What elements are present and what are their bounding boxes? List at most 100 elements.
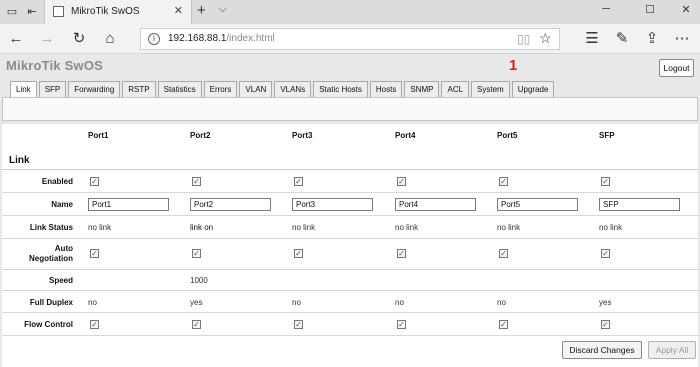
auto-negotiation-checkbox[interactable]: ✓ bbox=[397, 249, 406, 258]
tab-static-hosts[interactable]: Static Hosts bbox=[313, 81, 368, 97]
discard-changes-button[interactable]: Discard Changes bbox=[562, 341, 642, 359]
browser-nav-bar: ← → ↻ ⌂ i 192.168.88.1/index.html ▯▯ ☆ ☰… bbox=[0, 24, 700, 54]
tab-sfp[interactable]: SFP bbox=[38, 81, 67, 97]
tab-acl[interactable]: ACL bbox=[441, 81, 470, 97]
port-name-input[interactable]: SFP bbox=[599, 198, 680, 211]
row-label-line: Auto bbox=[54, 244, 73, 253]
port-name-input[interactable]: Port3 bbox=[292, 198, 373, 211]
set-aside-tabs-icon[interactable]: ⇤ bbox=[24, 4, 40, 20]
flow-control-checkbox[interactable]: ✓ bbox=[601, 320, 610, 329]
home-icon[interactable]: ⌂ bbox=[100, 30, 120, 48]
favorites-hub-icon[interactable]: ☰ bbox=[582, 30, 602, 48]
url-path: /index.html bbox=[226, 33, 275, 44]
section-title: Link bbox=[9, 155, 30, 166]
logout-button[interactable]: Logout bbox=[659, 59, 694, 77]
enabled-checkbox[interactable]: ✓ bbox=[499, 177, 508, 186]
full-duplex-value: no bbox=[88, 298, 97, 307]
maximize-icon[interactable]: ☐ bbox=[640, 3, 660, 16]
full-duplex-value: yes bbox=[190, 298, 203, 307]
tab-upgrade[interactable]: Upgrade bbox=[511, 81, 555, 97]
full-duplex-value: yes bbox=[599, 298, 612, 307]
minimize-icon[interactable]: ─ bbox=[596, 3, 616, 15]
port-header: SFP bbox=[599, 131, 615, 140]
enabled-checkbox[interactable]: ✓ bbox=[90, 177, 99, 186]
enabled-checkbox[interactable]: ✓ bbox=[192, 177, 201, 186]
port-header: Port5 bbox=[497, 131, 518, 140]
enabled-checkbox[interactable]: ✓ bbox=[601, 177, 610, 186]
back-icon[interactable]: ← bbox=[6, 30, 26, 48]
swos-page: MikroTik SwOS 1 Logout Link SFP Forwardi… bbox=[0, 54, 700, 367]
table-row: Name Port1 Port2 Port3 Port4 Port5 SFP bbox=[2, 193, 698, 216]
enabled-checkbox[interactable]: ✓ bbox=[397, 177, 406, 186]
more-icon[interactable]: ⋯ bbox=[672, 30, 692, 48]
tab-preview-icon[interactable]: ▭ bbox=[4, 4, 20, 20]
close-window-icon[interactable]: ✕ bbox=[676, 3, 696, 16]
port-name-input[interactable]: Port1 bbox=[88, 198, 169, 211]
row-label-line: Negotiation bbox=[29, 254, 73, 263]
table-row: Enabled ✓ ✓ ✓ ✓ ✓ ✓ bbox=[2, 170, 698, 193]
tab-statistics[interactable]: Statistics bbox=[157, 81, 202, 97]
row-label: Full Duplex bbox=[29, 298, 73, 307]
table-row: Link Status no link link on no link no l… bbox=[2, 216, 698, 239]
enabled-checkbox[interactable]: ✓ bbox=[294, 177, 303, 186]
tab-hosts[interactable]: Hosts bbox=[369, 81, 403, 97]
main-tabs: Link SFP Forwarding RSTP Statistics Erro… bbox=[10, 81, 555, 97]
close-tab-icon[interactable]: ✕ bbox=[174, 4, 183, 17]
flow-control-checkbox[interactable]: ✓ bbox=[192, 320, 201, 329]
apply-all-button[interactable]: Apply All bbox=[648, 341, 696, 359]
status-bar bbox=[2, 97, 698, 121]
full-duplex-value: no bbox=[395, 298, 404, 307]
link-status-value: no link bbox=[395, 223, 419, 232]
full-duplex-value: no bbox=[292, 298, 301, 307]
table-row: Flow Control ✓ ✓ ✓ ✓ ✓ ✓ bbox=[2, 313, 698, 336]
tab-rstp[interactable]: RSTP bbox=[122, 81, 156, 97]
flow-control-checkbox[interactable]: ✓ bbox=[90, 320, 99, 329]
refresh-icon[interactable]: ↻ bbox=[69, 30, 89, 48]
share-icon[interactable]: ⇪ bbox=[642, 30, 662, 48]
auto-negotiation-checkbox[interactable]: ✓ bbox=[90, 249, 99, 258]
new-tab-plus-icon[interactable]: + bbox=[197, 2, 206, 19]
info-icon[interactable]: i bbox=[148, 33, 160, 45]
browser-tab-bar: ▭ ⇤ MikroTik SwOS ✕ + ⌵ ─ ☐ ✕ bbox=[0, 0, 700, 24]
auto-negotiation-checkbox[interactable]: ✓ bbox=[499, 249, 508, 258]
row-label: Flow Control bbox=[24, 320, 73, 329]
port-header: Port3 bbox=[292, 131, 313, 140]
port-name-input[interactable]: Port2 bbox=[190, 198, 271, 211]
pen-icon[interactable]: ✎ bbox=[612, 30, 632, 48]
row-label: Auto Negotiation bbox=[29, 244, 73, 264]
tab-link[interactable]: Link bbox=[10, 81, 37, 97]
auto-negotiation-checkbox[interactable]: ✓ bbox=[192, 249, 201, 258]
link-status-value: no link bbox=[497, 223, 521, 232]
link-status-value: link on bbox=[190, 223, 214, 232]
app-logo: MikroTik SwOS bbox=[6, 58, 103, 73]
link-table: Port1 Port2 Port3 Port4 Port5 SFP Link E… bbox=[2, 124, 698, 367]
table-row: Auto Negotiation ✓ ✓ ✓ ✓ ✓ ✓ bbox=[2, 239, 698, 270]
tab-vlan[interactable]: VLAN bbox=[239, 81, 273, 97]
address-bar[interactable]: i 192.168.88.1/index.html ▯▯ ☆ bbox=[140, 28, 560, 50]
reading-view-icon[interactable]: ▯▯ bbox=[517, 32, 530, 46]
flow-control-checkbox[interactable]: ✓ bbox=[294, 320, 303, 329]
tab-system[interactable]: System bbox=[471, 81, 510, 97]
port-header: Port4 bbox=[395, 131, 416, 140]
auto-negotiation-checkbox[interactable]: ✓ bbox=[601, 249, 610, 258]
tab-errors[interactable]: Errors bbox=[203, 81, 238, 97]
tab-menu-chevron-icon[interactable]: ⌵ bbox=[219, 4, 227, 15]
port-name-input[interactable]: Port4 bbox=[395, 198, 476, 211]
browser-tab[interactable]: MikroTik SwOS ✕ bbox=[44, 0, 192, 24]
link-status-value: no link bbox=[292, 223, 316, 232]
link-status-value: no link bbox=[88, 223, 112, 232]
row-label: Speed bbox=[48, 276, 73, 285]
tab-vlans[interactable]: VLANs bbox=[274, 81, 312, 97]
flow-control-checkbox[interactable]: ✓ bbox=[499, 320, 508, 329]
url-host: 192.168.88.1 bbox=[168, 33, 227, 44]
favorite-star-icon[interactable]: ☆ bbox=[539, 30, 552, 47]
port-name-input[interactable]: Port5 bbox=[497, 198, 578, 211]
port-header: Port1 bbox=[88, 131, 109, 140]
auto-negotiation-checkbox[interactable]: ✓ bbox=[294, 249, 303, 258]
tab-snmp[interactable]: SNMP bbox=[404, 81, 440, 97]
url-text[interactable]: 192.168.88.1/index.html bbox=[168, 33, 275, 44]
row-label: Enabled bbox=[41, 177, 73, 186]
forward-icon[interactable]: → bbox=[37, 30, 57, 48]
flow-control-checkbox[interactable]: ✓ bbox=[397, 320, 406, 329]
tab-forwarding[interactable]: Forwarding bbox=[68, 81, 121, 97]
